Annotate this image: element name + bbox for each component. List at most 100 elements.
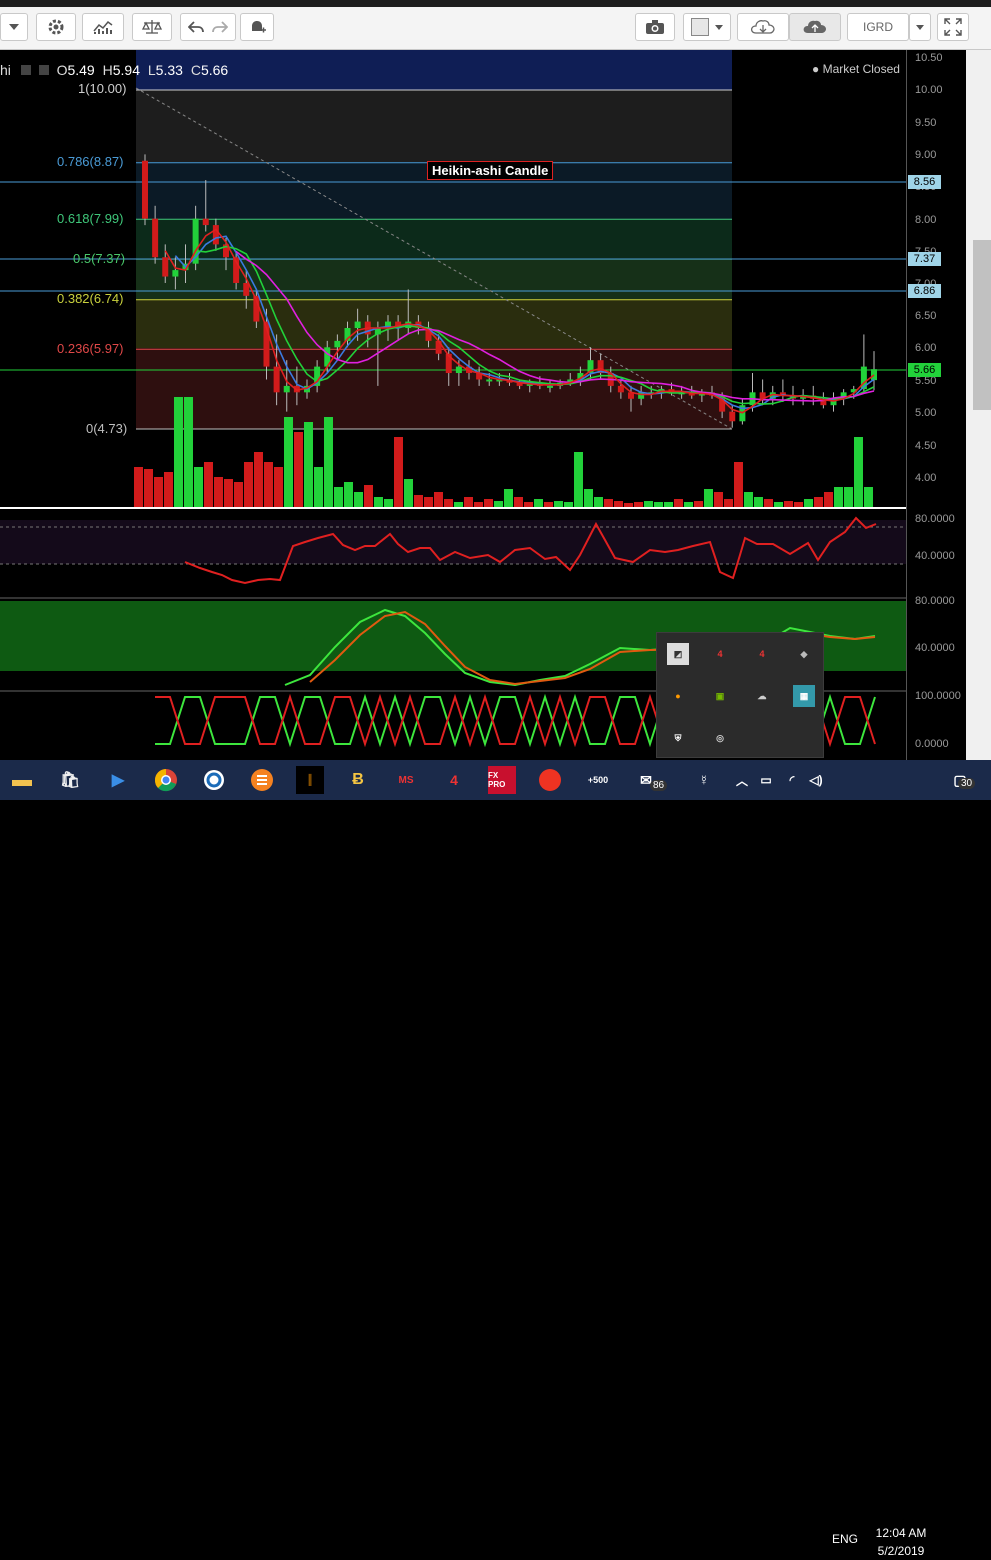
price-axis-tick: 8.00	[915, 214, 937, 226]
fib-label-382: 0.382(6.74)	[57, 291, 124, 306]
settings-button[interactable]	[36, 13, 76, 41]
battery-icon[interactable]: ▭	[752, 766, 780, 794]
volume-icon[interactable]: ◁)	[802, 766, 830, 794]
caret-down-icon	[715, 24, 723, 30]
volume-bar	[514, 497, 523, 507]
volume-bar	[564, 502, 573, 507]
orange-app-icon[interactable]	[248, 766, 276, 794]
fib-zone-4	[136, 259, 732, 299]
binary-axis-100: 100.0000	[915, 690, 961, 702]
candle-body	[212, 225, 219, 245]
volume-bar	[834, 487, 843, 507]
file-explorer-icon[interactable]: ▬	[8, 766, 36, 794]
volume-bar	[854, 437, 863, 507]
undo-redo-group	[180, 13, 236, 41]
chart-title: Heikin-ashi Candle	[427, 161, 554, 180]
snipping-tray-icon[interactable]: ◩	[667, 643, 689, 665]
volume-bar	[624, 503, 633, 507]
undo-icon[interactable]	[188, 20, 204, 34]
fullscreen-button[interactable]	[937, 13, 969, 41]
volume-bar	[454, 502, 463, 507]
store-icon[interactable]: 🛍	[56, 766, 84, 794]
save-chart-button[interactable]	[789, 13, 841, 41]
ms-app-icon[interactable]: MS	[392, 766, 420, 794]
market-status: ● Market Closed	[812, 62, 900, 76]
symbol-box[interactable]: IGRD	[847, 13, 909, 41]
language-indicator[interactable]: ENG	[832, 1532, 858, 1546]
candle-body	[172, 270, 179, 277]
ms-tray-icon-1[interactable]: 4	[709, 643, 731, 665]
fib-label-786: 0.786(8.87)	[57, 154, 124, 169]
fxpro-app-icon[interactable]: FX PRO	[488, 766, 516, 794]
volume-bar	[504, 489, 513, 507]
interval-dropdown[interactable]	[0, 13, 28, 41]
volume-bar	[254, 452, 263, 507]
volume-bar	[824, 492, 833, 507]
mail-badge: 86	[650, 780, 668, 791]
volume-bar	[174, 397, 183, 507]
people-icon[interactable]: ☿	[690, 766, 718, 794]
volume-bar	[554, 501, 563, 507]
volume-bar	[814, 497, 823, 507]
series-name: hi	[0, 62, 11, 78]
ms-tray-icon-2[interactable]: 4	[751, 643, 773, 665]
volume-bar	[794, 502, 803, 507]
volume-bar	[574, 452, 583, 507]
compare-button[interactable]	[132, 13, 172, 41]
settings-mini-icon[interactable]	[20, 65, 31, 75]
nvidia-tray-icon[interactable]: ▣	[709, 685, 731, 707]
volume-bar	[204, 462, 213, 507]
chrome-icon[interactable]	[152, 766, 180, 794]
snapshot-button[interactable]	[635, 13, 675, 41]
volume-bar	[314, 467, 323, 507]
load-chart-button[interactable]	[737, 13, 789, 41]
ms4-app-icon[interactable]: 4	[440, 766, 468, 794]
red-app-icon[interactable]	[536, 766, 564, 794]
spiral-tray-icon[interactable]: ◎	[709, 727, 731, 749]
volume-bar	[594, 497, 603, 507]
clock-time: 12:04 AM	[875, 1526, 927, 1540]
plus500-app-icon[interactable]: +500	[584, 766, 612, 794]
gear-icon	[48, 19, 64, 35]
image-tray-icon[interactable]: ▦	[793, 685, 815, 707]
bitcoin-app-icon[interactable]: Ƀ	[344, 766, 372, 794]
defender-tray-icon[interactable]: ⛨	[667, 727, 689, 749]
notification-badge: 30	[958, 778, 976, 789]
redo-icon[interactable]	[212, 20, 228, 34]
onedrive-tray-icon[interactable]: ☁	[751, 685, 773, 707]
chart-area[interactable]: 1(10.00) 0.786(8.87) 0.618(7.99) 0.5(7.3…	[0, 50, 991, 760]
candle-body	[273, 366, 280, 393]
media-player-icon[interactable]: ▶	[104, 766, 132, 794]
clock[interactable]: 12:04 AM 5/2/2019	[866, 1524, 936, 1560]
price-tag-566: 5.66	[908, 363, 941, 377]
volume-bar	[744, 492, 753, 507]
price-axis-tick: 6.00	[915, 342, 937, 354]
metatrader-icon[interactable]: ║	[296, 766, 324, 794]
volume-bar	[714, 492, 723, 507]
volume-bar	[354, 492, 363, 507]
indicators-button[interactable]	[82, 13, 124, 41]
volume-bar	[224, 479, 233, 507]
volume-bar	[374, 497, 383, 507]
symbol-dropdown[interactable]	[909, 13, 931, 41]
volume-bar	[604, 499, 613, 507]
alert-button[interactable]	[240, 13, 274, 41]
volume-bar	[214, 477, 223, 507]
price-tag-686: 6.86	[908, 284, 941, 298]
fib-zone-6	[136, 348, 732, 429]
candle-body	[334, 340, 341, 348]
candle-body	[142, 160, 148, 219]
refresh-app-icon[interactable]	[200, 766, 228, 794]
open-label: O	[56, 62, 68, 78]
firefox-tray-icon[interactable]: ●	[667, 685, 689, 707]
color-picker-button[interactable]	[683, 13, 731, 41]
volume-bar	[284, 417, 293, 507]
scrollbar-thumb[interactable]	[973, 240, 991, 410]
volume-bar	[164, 472, 173, 507]
diamond-tray-icon[interactable]: ◆	[793, 643, 815, 665]
fib-label-100: 1(10.00)	[78, 81, 127, 96]
price-axis-tick: 10.50	[915, 52, 943, 64]
stoch-axis-40: 40.0000	[915, 642, 955, 654]
close-mini-icon[interactable]	[38, 65, 49, 75]
volume-bar	[414, 495, 423, 507]
